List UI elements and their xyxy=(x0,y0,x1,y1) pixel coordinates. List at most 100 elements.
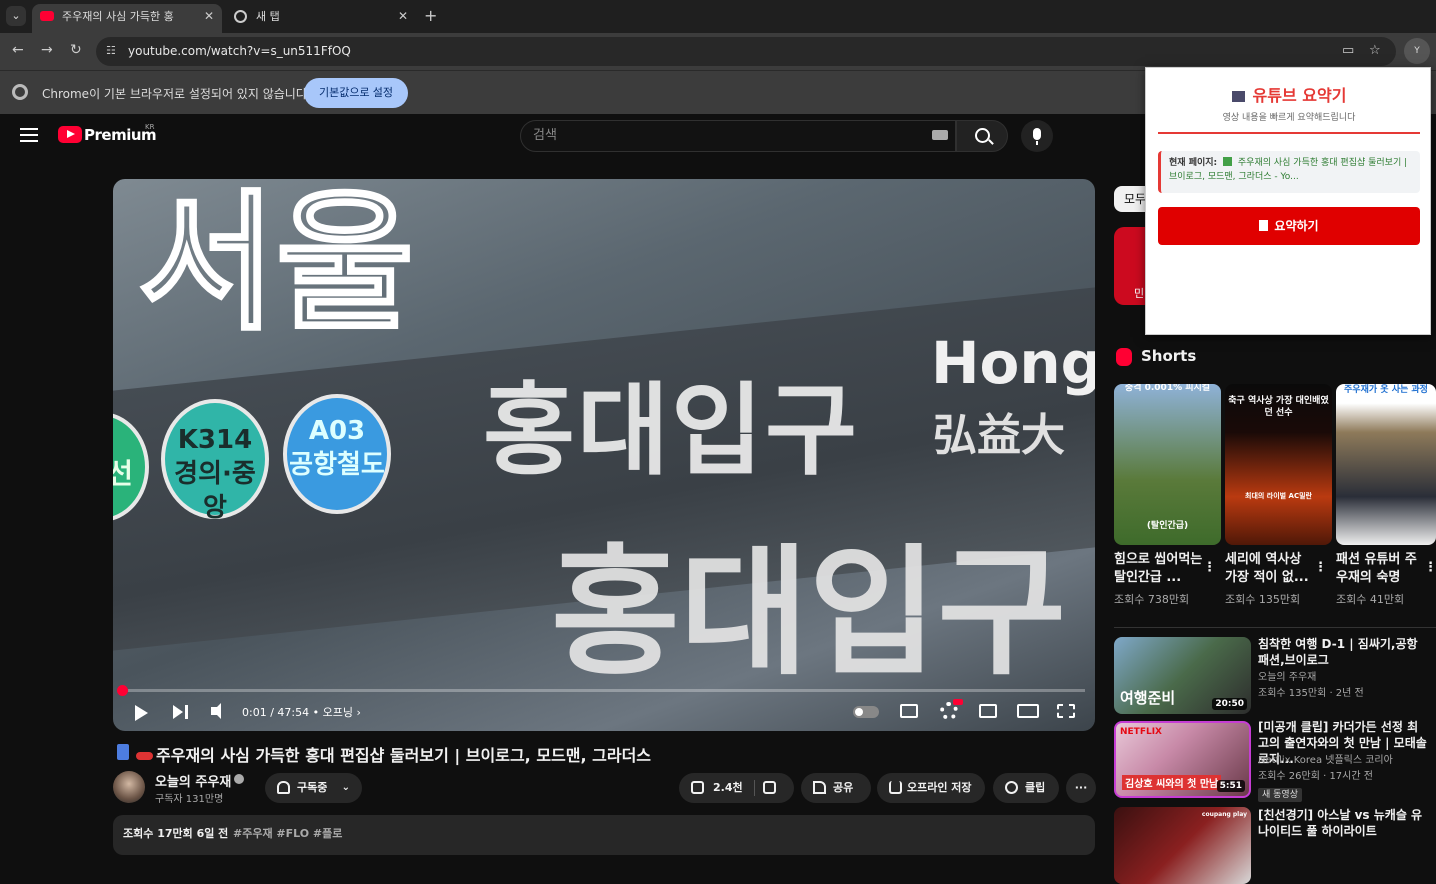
set-default-button[interactable]: 기본값으로 설정 xyxy=(304,78,408,108)
line-badge-text: 선 xyxy=(113,457,133,490)
like-count: 2.4천 xyxy=(713,781,743,794)
address-bar[interactable]: ☷ youtube.com/watch?v=s_un511FfOQ xyxy=(96,37,1396,66)
short-caption: 축구 역사상 가장 대인배였던 선수 xyxy=(1228,396,1329,418)
shorts-icon xyxy=(1116,348,1132,366)
miniplayer-icon[interactable] xyxy=(979,704,997,718)
badge-code: K314 xyxy=(177,425,253,455)
video-thumbnail[interactable]: coupang play xyxy=(1114,807,1251,884)
verified-icon xyxy=(234,774,244,784)
description-box[interactable]: 조회수 17만회 6일 전 #주우재 #FLO #플로 xyxy=(113,815,1095,855)
short-views: 조회수 41만회 xyxy=(1336,593,1405,606)
duration-badge: 5:51 xyxy=(1216,780,1245,792)
download-button[interactable]: 오프라인 저장 xyxy=(877,773,985,803)
microphone-button[interactable] xyxy=(1021,120,1053,152)
jeans-emoji-icon xyxy=(117,744,129,760)
video-title: 주우재의 사심 가득한 홍대 편집샵 둘러보기 | 브이로그, 모드맨, 그라더… xyxy=(156,746,652,765)
fullscreen-icon[interactable] xyxy=(1057,704,1075,718)
volume-icon-cone xyxy=(213,703,221,719)
tab-strip: ⌄ 주우재의 사심 가득한 홍 ✕ 새 탭 ✕ + xyxy=(0,0,1436,33)
reload-icon[interactable]: ↻ xyxy=(70,42,82,58)
short-caption-top: 충격 0.001% 피지컬 xyxy=(1124,384,1211,393)
channel-name[interactable]: 오늘의 주우재 xyxy=(1258,670,1316,686)
more-actions-button[interactable]: ··· xyxy=(1066,773,1096,803)
channel-name[interactable]: Netflix Korea 넷플릭스 코리아 xyxy=(1258,753,1393,769)
hd-badge xyxy=(953,699,963,705)
short-views: 조회수 135만회 xyxy=(1225,593,1301,606)
new-tab-button[interactable]: + xyxy=(424,6,437,25)
document-icon xyxy=(1259,220,1269,231)
badge-line: 공항철도 xyxy=(289,450,385,480)
youtube-favicon-icon xyxy=(40,11,54,21)
more-options-icon[interactable]: ⋮ xyxy=(1203,560,1216,575)
channel-avatar[interactable] xyxy=(113,771,145,803)
summarize-label: 요약하기 xyxy=(1274,219,1319,233)
summarizer-extension-popup: 유튜브 요약기 영상 내용을 빠르게 요약해드립니다 현재 페이지: 주우재의 … xyxy=(1145,67,1431,335)
video-meta: 조회수 26만회 · 17시간 전 xyxy=(1258,771,1373,782)
clip-button[interactable]: 클립 xyxy=(993,773,1059,803)
line-badge-k314: K314 경의·중앙 xyxy=(161,399,269,523)
new-video-badge: 새 동영상 xyxy=(1258,788,1302,802)
line-badge-a03: A03 공항철도 xyxy=(283,394,391,514)
theater-mode-icon[interactable] xyxy=(1017,704,1039,718)
chapter-label[interactable]: • 오프닝 xyxy=(313,706,353,719)
thumbs-down-icon[interactable] xyxy=(763,781,776,794)
close-icon[interactable]: ✕ xyxy=(398,4,408,29)
scissors-icon xyxy=(1005,781,1018,794)
subscribe-label: 구독중 xyxy=(297,781,328,794)
more-options-icon[interactable]: ⋮ xyxy=(1314,560,1327,575)
video-title[interactable]: 침착한 여행 D-1 | 짐싸기,공항패션,브이로그 xyxy=(1258,636,1428,668)
search-button[interactable] xyxy=(956,120,1008,152)
share-label: 공유 xyxy=(833,781,854,794)
share-icon xyxy=(813,781,826,794)
video-thumbnail[interactable]: NETFLIX 김상호 씨와의 첫 만남 5:51 xyxy=(1114,721,1251,798)
star-icon[interactable]: ☆ xyxy=(1369,43,1381,58)
thumbnail-caption: 김상호 씨와의 첫 만남 xyxy=(1122,775,1222,790)
ad-card-text: 민 xyxy=(1134,287,1145,300)
channel-name[interactable]: 오늘의 주우재 xyxy=(155,771,231,790)
subtitles-icon[interactable] xyxy=(900,704,918,718)
back-arrow-icon[interactable]: ← xyxy=(12,42,24,58)
thumbnail-caption: 여행준비 xyxy=(1120,689,1176,707)
short-views: 조회수 738만회 xyxy=(1114,593,1190,606)
site-info-icon[interactable]: ☷ xyxy=(106,44,116,57)
short-title[interactable]: 세리에 역사상 가장 적이 없... xyxy=(1225,551,1315,587)
coupang-play-logo: coupang play xyxy=(1201,811,1247,818)
tab-new[interactable]: 새 탭 ✕ xyxy=(226,4,416,33)
sign-english: Hong xyxy=(931,329,1095,397)
forward-arrow-icon[interactable]: → xyxy=(41,42,53,58)
section-divider xyxy=(1114,627,1436,628)
keyboard-icon[interactable] xyxy=(932,130,948,140)
short-thumbnail[interactable]: 충격 0.001% 피지컬 (탈인간급) xyxy=(1114,384,1221,545)
progress-bar[interactable] xyxy=(123,689,1085,692)
short-thumbnail[interactable]: 주우재가 옷 사는 과정 xyxy=(1336,384,1436,545)
infobar-message: Chrome이 기본 브라우저로 설정되어 있지 않습니다 xyxy=(42,87,307,101)
like-button[interactable]: 2.4천 xyxy=(679,773,794,803)
tab-search-button[interactable]: ⌄ xyxy=(6,6,26,26)
scrubber-handle[interactable] xyxy=(117,685,128,696)
share-button[interactable]: 공유 xyxy=(801,773,871,803)
short-title[interactable]: 힘으로 씹어먹는 탈인간급 ... xyxy=(1114,551,1204,587)
youtube-logo-icon[interactable] xyxy=(58,126,82,143)
cast-icon[interactable]: ▭ xyxy=(1342,43,1354,58)
play-icon[interactable] xyxy=(135,705,148,721)
video-player[interactable]: 선 K314 경의·중앙 A03 공항철도 홍대입구 Hong 弘益大 서울 홍대입… xyxy=(113,179,1095,731)
hashtags[interactable]: #주우재 #FLO #플로 xyxy=(233,825,342,841)
search-input[interactable]: 검색 xyxy=(520,120,956,152)
video-thumbnail[interactable]: 여행준비 20:50 xyxy=(1114,637,1251,714)
autoplay-toggle[interactable] xyxy=(853,706,879,718)
short-title[interactable]: 패션 유튜버 주우재의 숙명 xyxy=(1336,551,1426,587)
summarize-button[interactable]: 요약하기 xyxy=(1158,207,1420,245)
current-page-label: 현재 페이지: xyxy=(1169,158,1218,168)
tab-youtube[interactable]: 주우재의 사심 가득한 홍 ✕ xyxy=(32,4,222,33)
more-options-icon[interactable]: ⋮ xyxy=(1424,560,1436,575)
profile-avatar[interactable]: Y xyxy=(1404,38,1430,64)
time-display: 0:01 / 47:54 • 오프닝 › xyxy=(242,706,361,719)
subscribe-button[interactable]: 구독중 ⌄ xyxy=(265,773,362,803)
short-thumbnail[interactable]: 축구 역사상 가장 대인배였던 선수 최대의 라이벌 AC밀란 xyxy=(1225,384,1332,545)
sign-station-name: 홍대입구 xyxy=(483,372,859,489)
close-icon[interactable]: ✕ xyxy=(204,4,214,29)
menu-icon[interactable] xyxy=(20,128,38,142)
url-text[interactable]: youtube.com/watch?v=s_un511FfOQ xyxy=(128,44,351,58)
next-icon[interactable] xyxy=(173,705,183,719)
video-title[interactable]: [친선경기] 아스날 vs 뉴캐슬 유나이티드 풀 하이라이트 xyxy=(1258,807,1428,839)
